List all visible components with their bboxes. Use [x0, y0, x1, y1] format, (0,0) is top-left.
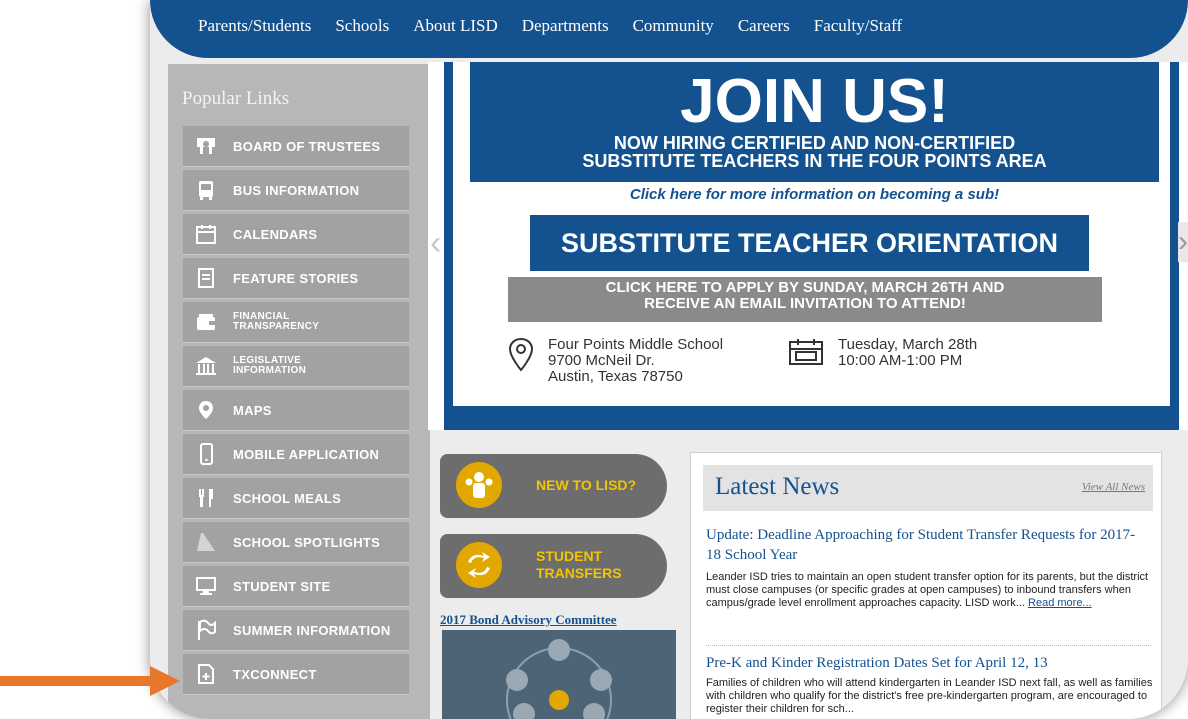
news-divider	[706, 645, 1151, 646]
transfer-arrows-icon	[456, 542, 502, 588]
wallet-icon	[194, 310, 218, 334]
popular-links-sidebar: Popular Links BOARD OF TRUSTEES BUS INFO…	[168, 64, 430, 719]
sidebar-item-label: SUMMER INFORMATION	[233, 622, 391, 638]
nav-departments[interactable]: Departments	[522, 16, 609, 36]
apply-link[interactable]: CLICK HERE TO APPLY BY SUNDAY, MARCH 26T…	[508, 277, 1102, 322]
sidebar-item-label: FINANCIAL TRANSPARENCY	[233, 311, 320, 332]
bond-committee-link[interactable]: 2017 Bond Advisory Committee	[440, 612, 617, 628]
feature-stories-icon	[194, 266, 218, 290]
family-icon	[456, 462, 502, 508]
nav-parents-students[interactable]: Parents/Students	[198, 16, 311, 36]
news-item-body: Leander ISD tries to maintain an open st…	[706, 571, 1156, 610]
sidebar-item-mobile-application[interactable]: MOBILE APPLICATION	[183, 434, 409, 475]
sidebar-item-label: LEGISLATIVE INFORMATION	[233, 355, 307, 376]
banner-subhead-1: NOW HIRING CERTIFIED AND NON-CERTIFIED	[613, 133, 1016, 153]
sidebar-item-label: BUS INFORMATION	[233, 182, 360, 198]
calendar-icon	[194, 222, 218, 246]
location-pin-icon	[508, 337, 534, 385]
spotlight-icon	[194, 530, 218, 554]
banner-headline: JOIN US!	[680, 67, 949, 136]
latest-news-panel: Latest News View All News Update: Deadli…	[690, 452, 1162, 719]
sidebar-item-txconnect[interactable]: TXCONNECT	[183, 654, 409, 695]
map-pin-icon	[194, 398, 218, 422]
sidebar-item-board-of-trustees[interactable]: BOARD OF TRUSTEES	[183, 126, 409, 167]
news-item-body: Families of children who will attend kin…	[706, 677, 1153, 715]
sidebar-item-feature-stories[interactable]: FEATURE STORIES	[183, 258, 409, 299]
student-transfers-label: STUDENT TRANSFERS	[536, 548, 622, 581]
read-more-link[interactable]: Read more...	[1028, 597, 1092, 609]
hero-banner[interactable]: ‹ › JOIN US! NOW HIRING CERTIFIED AND NO…	[428, 62, 1188, 430]
sidebar-item-school-spotlights[interactable]: SCHOOL SPOTLIGHTS	[183, 522, 409, 563]
sidebar-item-school-meals[interactable]: SCHOOL MEALS	[183, 478, 409, 519]
document-plus-icon	[194, 662, 218, 686]
sidebar-item-label: TXCONNECT	[233, 666, 317, 682]
nav-about-lisd[interactable]: About LISD	[413, 16, 498, 36]
nav-community[interactable]: Community	[633, 16, 714, 36]
sidebar-item-label: BOARD OF TRUSTEES	[233, 138, 381, 154]
sidebar-item-label: STUDENT SITE	[233, 578, 331, 594]
banner-bottom-bar	[448, 406, 1176, 430]
news-item-title[interactable]: Update: Deadline Approaching for Student…	[706, 525, 1146, 565]
location-text: Four Points Middle School 9700 McNeil Dr…	[548, 336, 724, 385]
annotation-arrow-icon	[0, 666, 180, 696]
datetime-text: Tuesday, March 28th 10:00 AM-1:00 PM	[838, 336, 978, 369]
sidebar-item-financial-transparency[interactable]: FINANCIAL TRANSPARENCY	[183, 302, 409, 343]
view-all-news-link[interactable]: View All News	[1082, 481, 1145, 493]
capitol-icon	[194, 354, 218, 378]
event-calendar-icon	[788, 337, 824, 372]
sub-info-link[interactable]: Click here for more information on becom…	[470, 186, 1159, 203]
new-to-lisd-button[interactable]: NEW TO LISD?	[440, 454, 667, 518]
sidebar-item-summer-information[interactable]: SUMMER INFORMATION	[183, 610, 409, 651]
sidebar-item-student-site[interactable]: STUDENT SITE	[183, 566, 409, 607]
monitor-icon	[194, 574, 218, 598]
event-datetime: Tuesday, March 28th 10:00 AM-1:00 PM	[788, 337, 977, 372]
sidebar-item-bus-information[interactable]: BUS INFORMATION	[183, 170, 409, 211]
nav-faculty-staff[interactable]: Faculty/Staff	[814, 16, 902, 36]
fork-knife-icon	[194, 486, 218, 510]
browser-viewport: Parents/Students Schools About LISD Depa…	[150, 0, 1188, 719]
flag-icon	[194, 618, 218, 642]
trustees-icon	[194, 134, 218, 158]
news-header: Latest News View All News	[703, 465, 1153, 511]
bond-committee-image[interactable]	[442, 630, 676, 719]
sidebar-item-label: SCHOOL SPOTLIGHTS	[233, 534, 381, 550]
carousel-prev-icon[interactable]: ‹	[430, 224, 446, 262]
sidebar-item-label: CALENDARS	[233, 226, 318, 242]
sidebar-item-label: MOBILE APPLICATION	[233, 446, 380, 462]
mobile-phone-icon	[194, 442, 218, 466]
event-location: Four Points Middle School 9700 McNeil Dr…	[508, 337, 723, 385]
orientation-heading[interactable]: SUBSTITUTE TEACHER ORIENTATION	[530, 215, 1089, 271]
sidebar-item-label: SCHOOL MEALS	[233, 490, 342, 506]
sidebar-item-calendars[interactable]: CALENDARS	[183, 214, 409, 255]
new-to-lisd-label: NEW TO LISD?	[536, 477, 637, 493]
committee-graphic-icon	[506, 639, 612, 719]
top-navigation: Parents/Students Schools About LISD Depa…	[150, 0, 1188, 58]
sidebar-item-maps[interactable]: MAPS	[183, 390, 409, 431]
apply-line-1: CLICK HERE TO APPLY BY SUNDAY, MARCH 26T…	[605, 279, 1005, 296]
student-transfers-button[interactable]: STUDENT TRANSFERS	[440, 534, 667, 598]
hiring-block: JOIN US! NOW HIRING CERTIFIED AND NON-CE…	[470, 62, 1159, 182]
bus-icon	[194, 178, 218, 202]
sidebar-item-label: FEATURE STORIES	[233, 270, 359, 286]
banner-subhead-2: SUBSTITUTE TEACHERS IN THE FOUR POINTS A…	[582, 151, 1047, 171]
news-title: Latest News	[715, 473, 840, 500]
apply-line-2: RECEIVE AN EMAIL INVITATION TO ATTEND!	[644, 295, 966, 312]
sidebar-item-legislative-information[interactable]: LEGISLATIVE INFORMATION	[183, 346, 409, 387]
nav-schools[interactable]: Schools	[335, 16, 389, 36]
nav-careers[interactable]: Careers	[738, 16, 790, 36]
carousel-next-icon[interactable]: ›	[1178, 222, 1188, 262]
sidebar-title: Popular Links	[182, 88, 290, 109]
news-item-title[interactable]: Pre-K and Kinder Registration Dates Set …	[706, 653, 1156, 673]
sidebar-item-label: MAPS	[233, 402, 272, 418]
